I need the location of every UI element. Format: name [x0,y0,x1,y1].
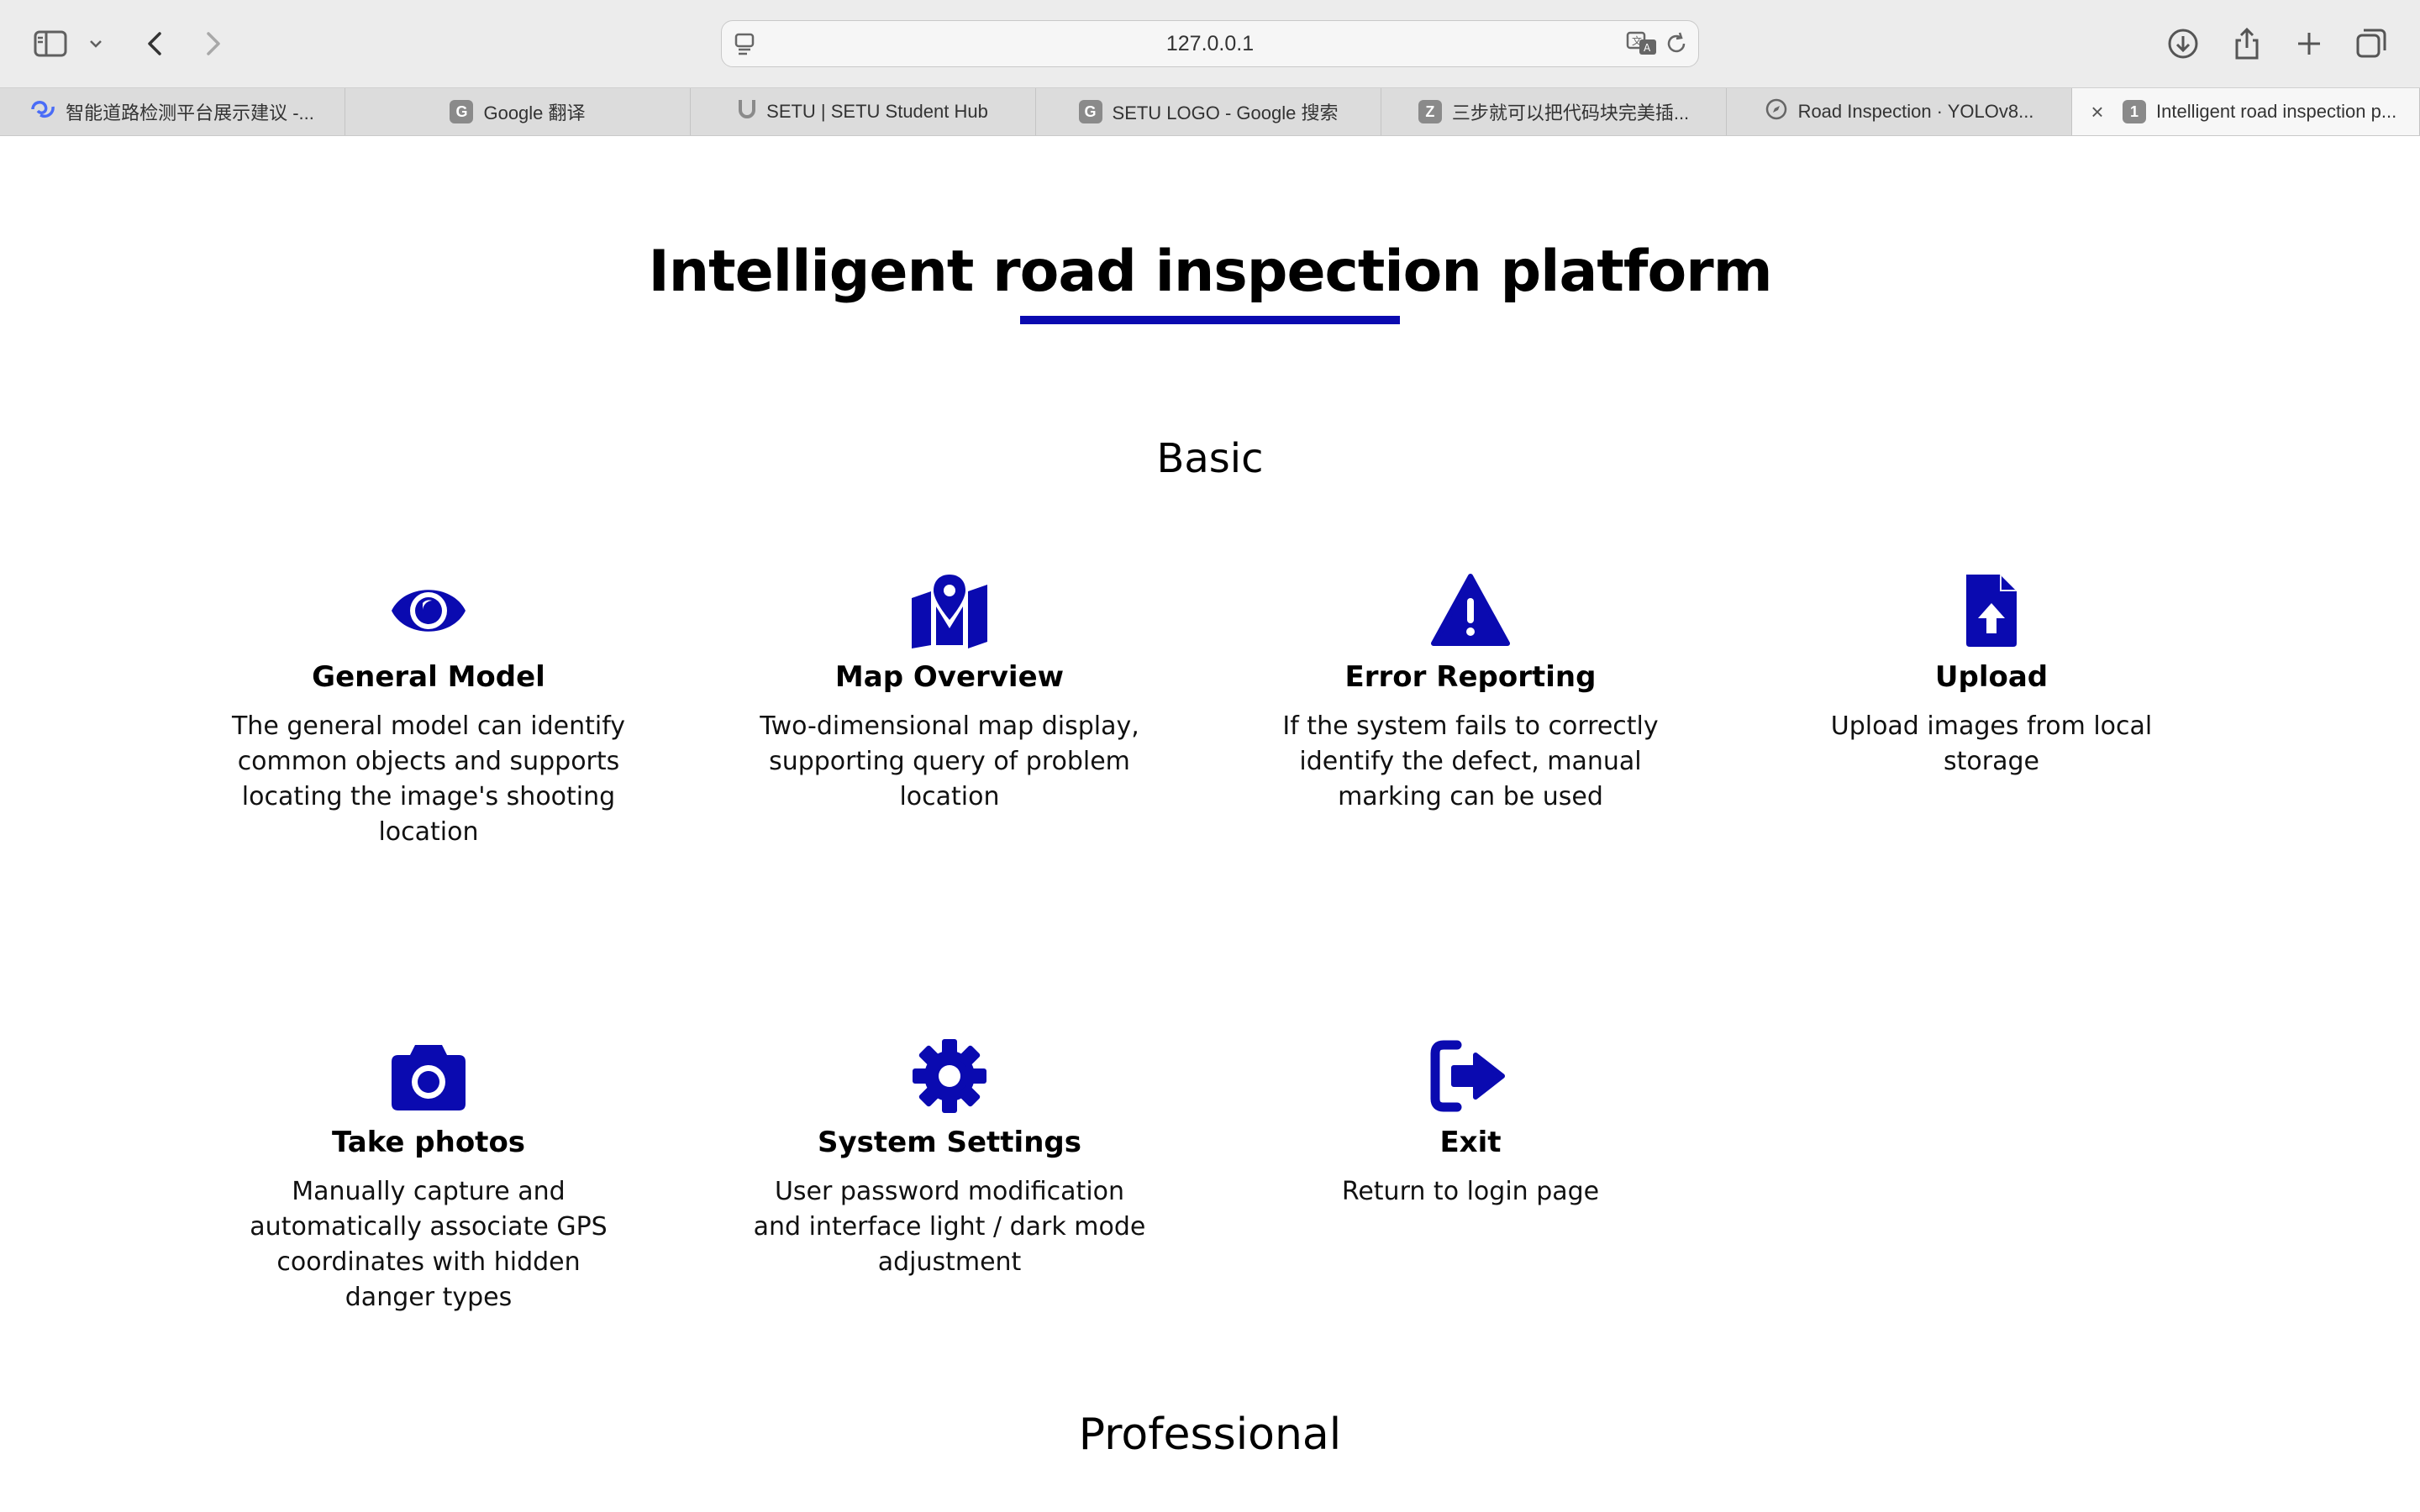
file-upload-icon [1966,575,2017,647]
tab-label: SETU LOGO - Google 搜索 [1112,102,1339,123]
svg-text:文: 文 [1632,34,1642,47]
google-icon: G [1078,100,1102,123]
compass-icon [1765,97,1788,126]
tab-7-active[interactable]: × 1 Intelligent road inspection p... [2072,88,2420,135]
tab-3[interactable]: SETU | SETU Student Hub [691,88,1036,135]
feature-title: Map Overview [834,660,1065,694]
feature-upload[interactable]: Upload Upload images from local storage [1794,573,2189,780]
tab-bar: 智能道路检测平台展示建议 -... G Google 翻译 SETU | SET… [0,88,2420,136]
feature-title: Error Reporting [1344,660,1597,694]
tab-label: Google 翻译 [483,102,586,123]
feature-title: General Model [312,660,545,694]
feature-title: Upload [1934,660,2049,694]
feature-exit[interactable]: Exit Return to login page [1273,1038,1668,1210]
feature-description: Upload images from local storage [1830,711,2153,776]
tab-label: SETU | SETU Student Hub [766,101,988,122]
swirl-icon [30,98,55,125]
feature-description: User password modification and interface… [753,1177,1146,1277]
tab-label: Intelligent road inspection p... [2156,101,2397,122]
feature-description: If the system fails to correctly identif… [1282,711,1659,811]
number-icon: 1 [2123,100,2146,123]
page-content: Intelligent road inspection platform Bas… [0,136,2420,1512]
section-title-basic: Basic [1156,435,1264,482]
tab-label: 智能道路检测平台展示建议 -... [66,102,314,123]
setu-icon [738,97,756,126]
feature-title: System Settings [818,1126,1081,1159]
feature-general-model[interactable]: General Model The general model can iden… [231,573,626,850]
feature-description: The general model can identify common ob… [231,711,625,847]
new-tab-icon[interactable] [2289,24,2329,64]
feature-title: Exit [1439,1126,1502,1159]
warning-icon [1431,574,1510,646]
close-icon[interactable]: × [2086,100,2109,123]
tab-label: Road Inspection · YOLOv8... [1797,101,2034,122]
tab-5[interactable]: Z 三步就可以把代码块完美插... [1381,88,1727,135]
browser-toolbar: 127.0.0.1 文A [0,0,2420,88]
feature-error-reporting[interactable]: Error Reporting If the system fails to c… [1273,573,1668,815]
feature-map-overview[interactable]: Map Overview Two-dimensional map display… [752,573,1147,815]
section-title-professional: Professional [1078,1410,1342,1460]
tab-overview-icon[interactable] [2351,24,2391,64]
sidebar-toggle-icon[interactable] [30,24,71,64]
back-icon[interactable] [134,24,175,64]
reload-icon[interactable] [1663,30,1690,57]
feature-system-settings[interactable]: System Settings User password modificati… [752,1038,1147,1280]
download-icon[interactable] [2163,24,2203,64]
tab-1[interactable]: 智能道路检测平台展示建议 -... [0,88,345,135]
tab-6[interactable]: Road Inspection · YOLOv8... [1727,88,2072,135]
url-text: 127.0.0.1 [1165,31,1255,55]
feature-title: Take photos [331,1126,526,1159]
feature-take-photos[interactable]: Take photos Manually capture and automat… [231,1038,626,1315]
eye-icon [392,590,466,632]
feature-description: Two-dimensional map display, supporting … [760,711,1139,811]
camera-icon [392,1045,466,1110]
forward-icon[interactable] [193,24,234,64]
exit-icon [1430,1040,1505,1112]
zhihu-icon: Z [1418,100,1442,123]
tab-4[interactable]: G SETU LOGO - Google 搜索 [1036,88,1381,135]
feature-description: Return to login page [1341,1177,1600,1206]
gear-icon [913,1039,986,1113]
share-icon[interactable] [2227,24,2267,64]
title-underline [1020,316,1400,324]
page-settings-icon[interactable] [732,30,759,57]
feature-description: Manually capture and automatically assoc… [250,1177,608,1312]
address-bar[interactable]: 127.0.0.1 文A [721,20,1699,67]
tab-label: 三步就可以把代码块完美插... [1451,102,1690,123]
svg-text:A: A [1644,42,1651,54]
tab-2[interactable]: G Google 翻译 [345,88,691,135]
chevron-down-icon[interactable] [81,24,111,64]
translate-icon[interactable]: 文A [1626,30,1660,57]
google-icon: G [450,100,474,123]
page-title: Intelligent road inspection platform [648,239,1772,305]
map-pin-icon [912,575,987,648]
